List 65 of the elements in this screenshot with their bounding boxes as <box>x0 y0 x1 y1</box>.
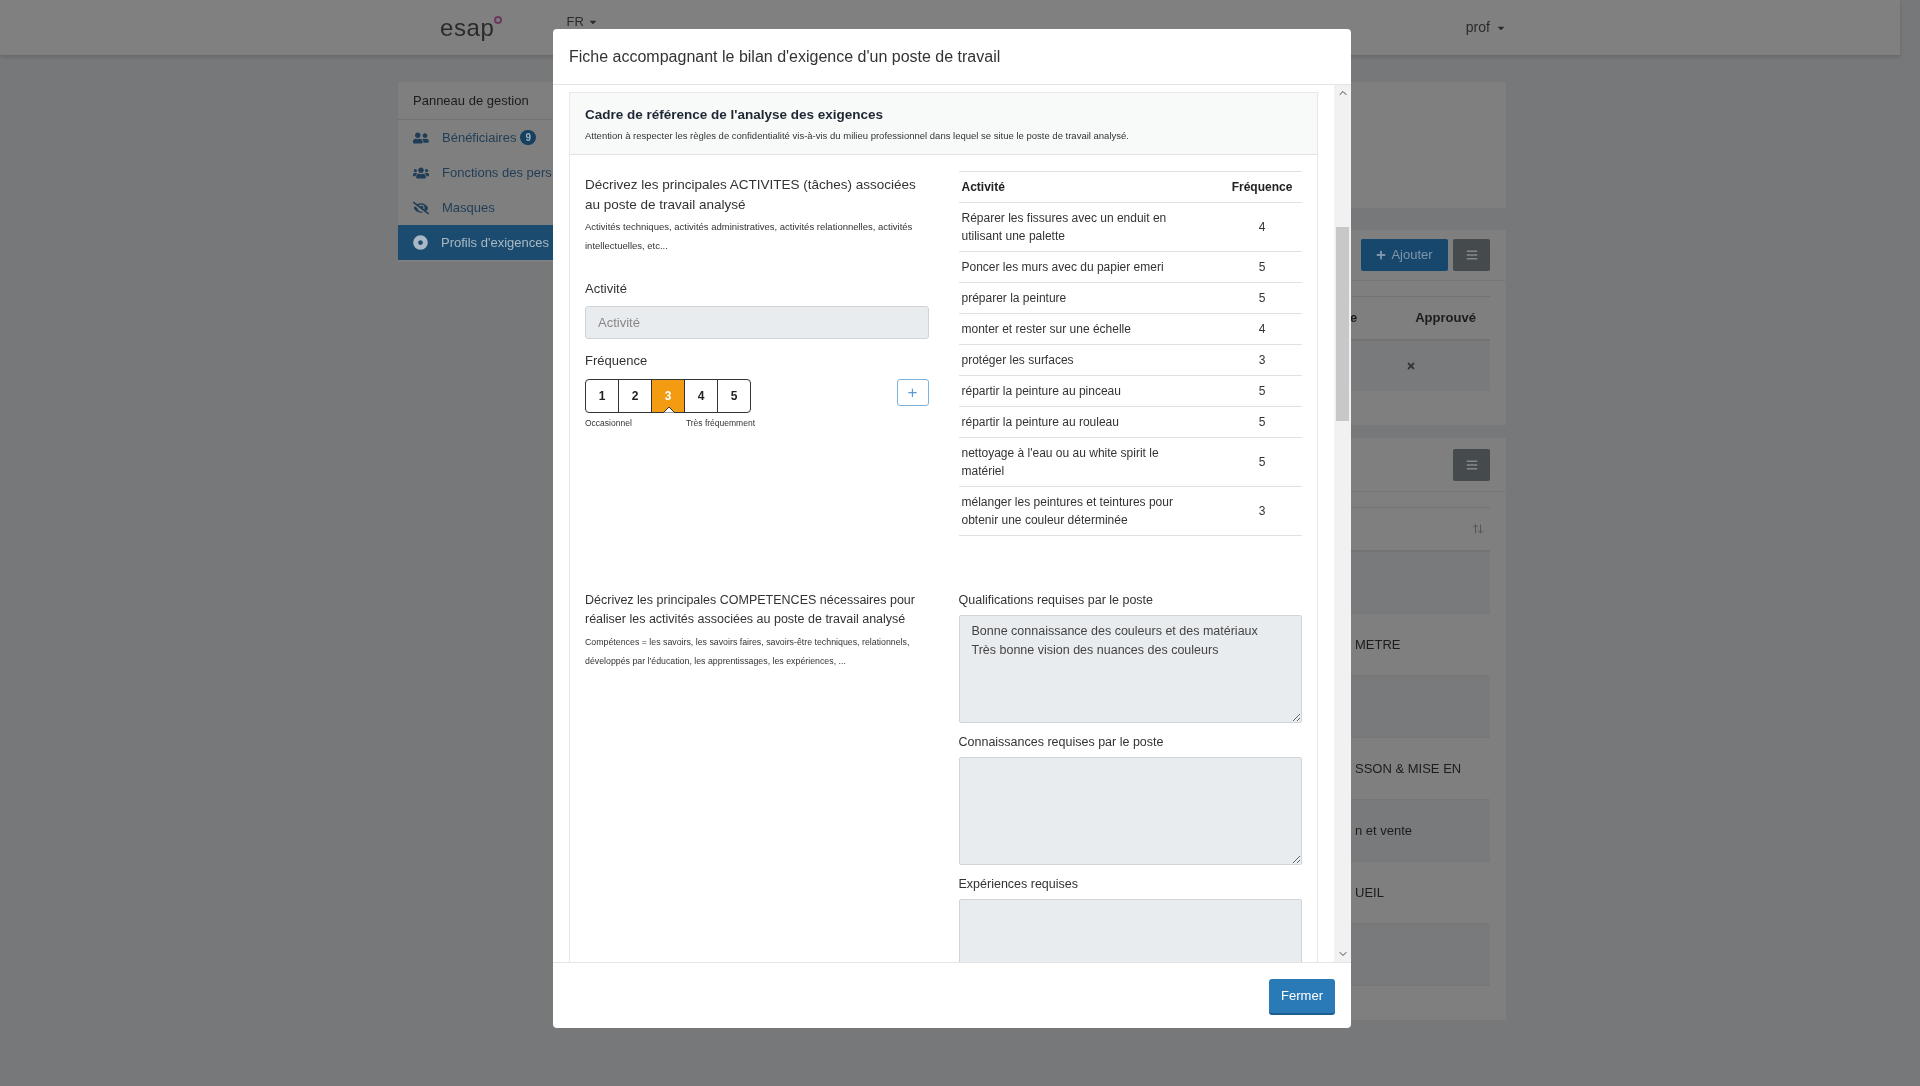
count-badge: 9 <box>520 130 536 145</box>
eye-slash-icon <box>413 199 429 216</box>
card-subtitle: Attention à respecter les règles de confidentialité vis-à-vis du milieu professionnel dans lequel se situe le poste de travail analysé. <box>585 129 1130 144</box>
table-cell-text: n et vente <box>1355 821 1413 840</box>
column-header: e <box>1350 309 1358 328</box>
table-cell: 5 <box>1222 437 1302 486</box>
modal-title: Fiche accompagnant le bilan d'exigence d'un poste de travail <box>569 46 1001 67</box>
column-header: Activité <box>958 171 1222 202</box>
scrollbar-thumb[interactable] <box>1336 226 1349 421</box>
field-label: Qualifications requises par le poste <box>958 591 1155 609</box>
table-cell: monter et rester sur une échelle <box>958 313 1222 344</box>
scrollbar[interactable] <box>1334 85 1351 962</box>
user-menu[interactable]: prof <box>1465 17 1506 38</box>
scale-label: Occasionnel <box>585 416 632 430</box>
table-cell: mélanger les peintures et teintures pour obtenir une couleur déterminée <box>958 486 1222 535</box>
menu-button[interactable] <box>1453 448 1490 481</box>
column-header: Fréquence <box>1222 171 1302 202</box>
text-area[interactable]: Bonne connaissance des couleurs et des matériaux Très bonne vision des nuances des couleurs <box>958 614 1302 723</box>
add-activity-button[interactable]: + <box>896 378 929 406</box>
target-icon <box>413 235 428 250</box>
field-label: Fréquence <box>585 352 649 370</box>
menu-button[interactable] <box>1453 239 1490 271</box>
table-cell-text: UEIL <box>1355 883 1384 902</box>
logo[interactable]: esap <box>440 13 495 42</box>
section-description: Décrivez les principales COMPETENCES nécessaires pour réaliser les activités associées au poste de travail analysé <box>585 591 916 628</box>
table-cell: protéger les surfaces <box>958 344 1222 375</box>
table-cell: 5 <box>1222 282 1302 313</box>
table-cell-text: SSON & MISE EN <box>1355 759 1462 778</box>
menu-icon <box>1465 458 1478 471</box>
table-cell: Poncer les murs avec du papier emeri <box>958 251 1222 282</box>
table-cell: 3 <box>1222 344 1302 375</box>
table-cell: répartir la peinture au pinceau <box>958 375 1222 406</box>
table-cell: 4 <box>1222 313 1302 344</box>
field-label: Connaissances requises par le poste <box>958 733 1165 751</box>
frequency-option[interactable]: 5 <box>717 378 751 413</box>
plus-icon <box>1376 250 1387 260</box>
table-cell: 3 <box>1222 486 1302 535</box>
table-cell-text: METRE <box>1355 635 1401 654</box>
menu-icon <box>1465 249 1478 261</box>
language-dropdown[interactable]: FR <box>566 11 598 32</box>
table-cell: préparer la peinture <box>958 282 1222 313</box>
section-description: Décrivez les principales ACTIVITES (tâches) associées au poste de travail analysé <box>585 175 917 214</box>
hint-text: Compétences = les savoirs, les savoirs faires, savoirs-être techniques, relationnels, développés par l'éducation, les apprentissages, les expériences, ... <box>585 635 911 668</box>
table-cell: nettoyage à l'eau ou au white spirit le matériel <box>958 437 1222 486</box>
notch-icon <box>663 405 675 413</box>
sort-icon[interactable] <box>1472 523 1484 535</box>
card-title: Cadre de référence de l'analyse des exigences <box>585 106 885 124</box>
table-cell: répartir la peinture au rouleau <box>958 406 1222 437</box>
column-header: Approuvé <box>1415 309 1476 328</box>
table-cell: 4 <box>1222 202 1302 251</box>
scale-label: Très fréquemment <box>685 416 755 430</box>
table-cell: 5 <box>1222 406 1302 437</box>
table-cell: 5 <box>1222 251 1302 282</box>
field-label: Expériences requises <box>958 875 1079 893</box>
frequency-option[interactable]: 2 <box>618 378 652 413</box>
table-cell: Réparer les fissures avec un enduit en utilisant une palette <box>958 202 1222 251</box>
close-button[interactable]: Fermer <box>1269 978 1335 1013</box>
text-area[interactable] <box>958 756 1302 865</box>
table-cell: 5 <box>1222 375 1302 406</box>
logo-ring-icon <box>494 15 503 24</box>
field-label: Activité <box>585 279 628 298</box>
panel-title: Panneau de gestion <box>413 91 529 110</box>
frequency-option[interactable]: 4 <box>684 378 718 413</box>
frequency-option[interactable]: 1 <box>585 378 619 413</box>
add-button[interactable]: Ajouter <box>1361 239 1448 271</box>
